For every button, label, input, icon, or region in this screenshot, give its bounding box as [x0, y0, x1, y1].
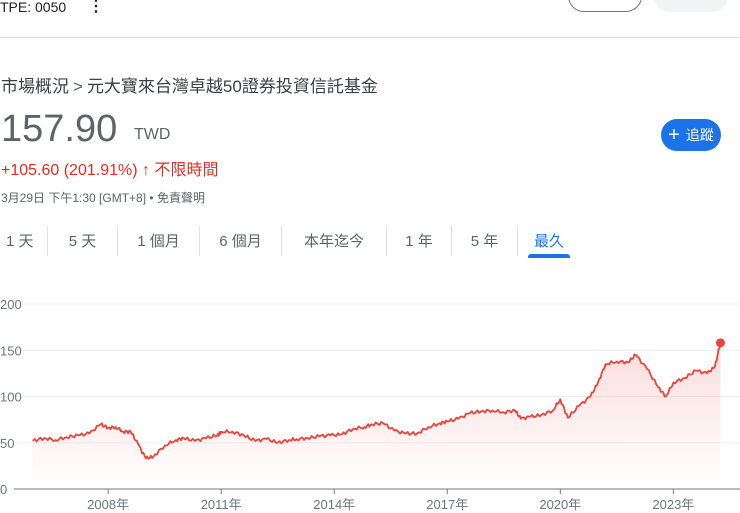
x-tick-label: 2011年	[201, 497, 242, 512]
price-change: +105.60 (201.91%) ↑ 不限時間	[1, 156, 218, 180]
timestamp-line: 3月29日 下午1:30 [GMT+8] • 免責聲明	[1, 189, 205, 206]
tab-5d[interactable]: 5 天	[48, 226, 118, 256]
range-tabs: 1 天 5 天 1 個月 6 個月 本年迄今 1 年 5 年 最久	[0, 226, 580, 258]
breadcrumb-separator: >	[73, 77, 83, 96]
more-vert-icon[interactable]: ⋮	[88, 0, 104, 16]
price-chart[interactable]: 0 50 100 150 200 2008年 2011年 2014年 2017年 2020年 20…	[0, 290, 740, 513]
fund-name: 元大寶來台灣卓越50證券投資信託基金	[86, 77, 378, 96]
tab-ytd[interactable]: 本年迄今	[282, 226, 387, 256]
x-tick-label: 2023年	[652, 497, 694, 512]
header-button[interactable]	[568, 0, 642, 12]
change-value: +105.60 (201.91%)	[1, 162, 138, 179]
timestamp: 3月29日 下午1:30 [GMT+8] •	[1, 191, 157, 205]
y-tick-label: 0	[0, 482, 7, 497]
tab-max[interactable]: 最久	[518, 226, 580, 258]
tab-5y[interactable]: 5 年	[452, 226, 518, 256]
ticker-symbol: TPE: 0050	[0, 0, 67, 15]
top-bar: TPE: 0050 ⋮	[0, 0, 740, 38]
price: 157.90	[1, 108, 118, 150]
arrow-up-icon: ↑	[142, 162, 150, 179]
x-tick-label: 2008年	[87, 497, 129, 512]
currency: TWD	[134, 126, 171, 143]
tab-1d[interactable]: 1 天	[0, 226, 48, 256]
follow-label: 追蹤	[685, 127, 714, 143]
breadcrumb: 市場概況 > 元大寶來台灣卓越50證券投資信託基金	[1, 72, 378, 97]
follow-button[interactable]: + 追蹤	[661, 119, 721, 151]
price-area	[32, 342, 721, 489]
breadcrumb-root[interactable]: 市場概況	[1, 77, 69, 96]
x-tick-label: 2014年	[313, 497, 355, 512]
plus-icon: +	[668, 124, 680, 146]
tab-1y[interactable]: 1 年	[387, 226, 452, 256]
tab-6m[interactable]: 6 個月	[200, 226, 282, 256]
header-button[interactable]	[654, 0, 728, 12]
y-tick-label: 200	[0, 297, 22, 312]
disclaimer-link[interactable]: 免責聲明	[157, 191, 205, 205]
last-price-dot	[715, 338, 725, 348]
x-tick-label: 2017年	[426, 497, 468, 512]
y-tick-label: 50	[0, 436, 14, 451]
tab-1m[interactable]: 1 個月	[118, 226, 200, 256]
change-period: 不限時間	[154, 162, 219, 179]
y-tick-label: 150	[0, 343, 22, 358]
x-tick-label: 2020年	[539, 497, 581, 512]
y-tick-label: 100	[0, 390, 22, 405]
